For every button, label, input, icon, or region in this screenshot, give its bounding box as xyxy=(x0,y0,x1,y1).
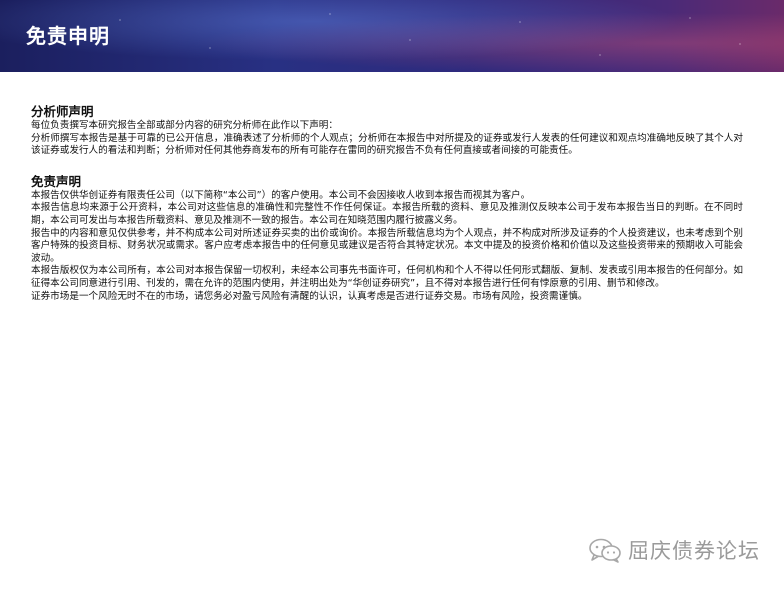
watermark-text: 屈庆债券论坛 xyxy=(628,539,760,563)
analyst-statement-paragraph: 分析师撰写本报告是基于可靠的已公开信息，准确表述了分析师的个人观点；分析师在本报… xyxy=(31,132,743,157)
analyst-statement-section: 分析师声明 每位负责撰写本研究报告全部或部分内容的研究分析师在此作以下声明： 分… xyxy=(31,104,743,158)
page-title: 免责申明 xyxy=(26,24,110,48)
disclaimer-section: 免责声明 本报告仅供华创证券有限责任公司（以下简称“本公司”）的客户使用。本公司… xyxy=(31,174,743,303)
analyst-statement-heading: 分析师声明 xyxy=(31,104,94,119)
header-banner: 免责申明 xyxy=(0,0,784,72)
analyst-statement-paragraph: 每位负责撰写本研究报告全部或部分内容的研究分析师在此作以下声明： xyxy=(31,120,338,131)
banner-stars xyxy=(0,0,784,72)
document-body: 分析师声明 每位负责撰写本研究报告全部或部分内容的研究分析师在此作以下声明： 分… xyxy=(31,104,743,319)
disclaimer-paragraph: 本报告信息均来源于公开资料，本公司对这些信息的准确性和完整性不作任何保证。本报告… xyxy=(31,202,743,226)
disclaimer-heading: 免责声明 xyxy=(31,173,82,189)
disclaimer-paragraph: 本报告仅供华创证券有限责任公司（以下简称“本公司”）的客户使用。本公司不会因接收… xyxy=(31,189,531,201)
disclaimer-paragraph: 本报告版权仅为本公司所有，本公司对本报告保留一切权利，未经本公司事先书面许可，任… xyxy=(31,265,743,289)
watermark: 屈庆债券论坛 xyxy=(588,535,760,565)
wechat-icon xyxy=(589,538,621,563)
disclaimer-paragraph: 证券市场是一个风险无时不在的市场，请您务必对盈亏风险有清醒的认识，认真考虑是否进… xyxy=(31,290,588,302)
disclaimer-paragraph: 报告中的内容和意见仅供参考，并不构成本公司对所述证券买卖的出价或询价。本报告所载… xyxy=(31,227,743,264)
